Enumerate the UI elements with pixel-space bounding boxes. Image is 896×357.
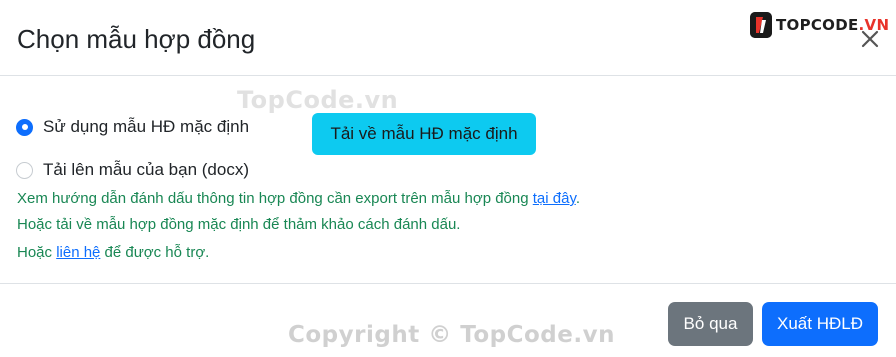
watermark-top: TopCode.vn <box>237 86 399 114</box>
close-icon <box>861 30 879 48</box>
export-contract-button[interactable]: Xuất HĐLĐ <box>762 302 878 346</box>
radio-default-template-label: Sử dụng mẫu HĐ mặc định <box>43 117 250 136</box>
help-line-1-end: . <box>575 190 581 207</box>
download-default-template-button[interactable]: Tải về mẫu HĐ mặc định <box>312 113 536 155</box>
modal-header: Chọn mẫu hợp đồng TOPCODE.VN <box>0 0 896 76</box>
guide-link[interactable]: tại đây <box>533 190 576 207</box>
help-line-3-start: Hoặc <box>17 244 57 261</box>
radio-default-template[interactable]: Sử dụng mẫu HĐ mặc định <box>16 117 249 137</box>
contract-template-modal: Chọn mẫu hợp đồng TOPCODE.VN TopCode.vn … <box>0 0 896 357</box>
close-button[interactable] <box>855 24 885 54</box>
radio-upload-template-label: Tải lên mẫu của bạn (docx) <box>43 160 249 179</box>
radio-upload-template-control[interactable] <box>16 161 33 179</box>
radio-upload-template[interactable]: Tải lên mẫu của bạn (docx) <box>16 160 249 180</box>
logo-mark-icon <box>750 12 772 38</box>
radio-default-template-control[interactable] <box>16 118 33 136</box>
help-line-1: Xem hướng dẫn đánh dấu thông tin hợp đồn… <box>17 189 580 209</box>
help-line-1-text: Xem hướng dẫn đánh dấu thông tin hợp đồn… <box>17 190 533 207</box>
help-line-3-end: để được hỗ trợ. <box>100 244 210 261</box>
help-line-2: Hoặc tải về mẫu hợp đồng mặc định để thả… <box>17 216 461 233</box>
help-line-3: Hoặc liên hệ để được hỗ trợ. <box>17 243 209 263</box>
modal-title: Chọn mẫu hợp đồng <box>17 24 256 54</box>
contact-link[interactable]: liên hệ <box>56 244 100 261</box>
cancel-button[interactable]: Bỏ qua <box>668 302 753 346</box>
watermark-bottom: Copyright © TopCode.vn <box>288 322 615 348</box>
